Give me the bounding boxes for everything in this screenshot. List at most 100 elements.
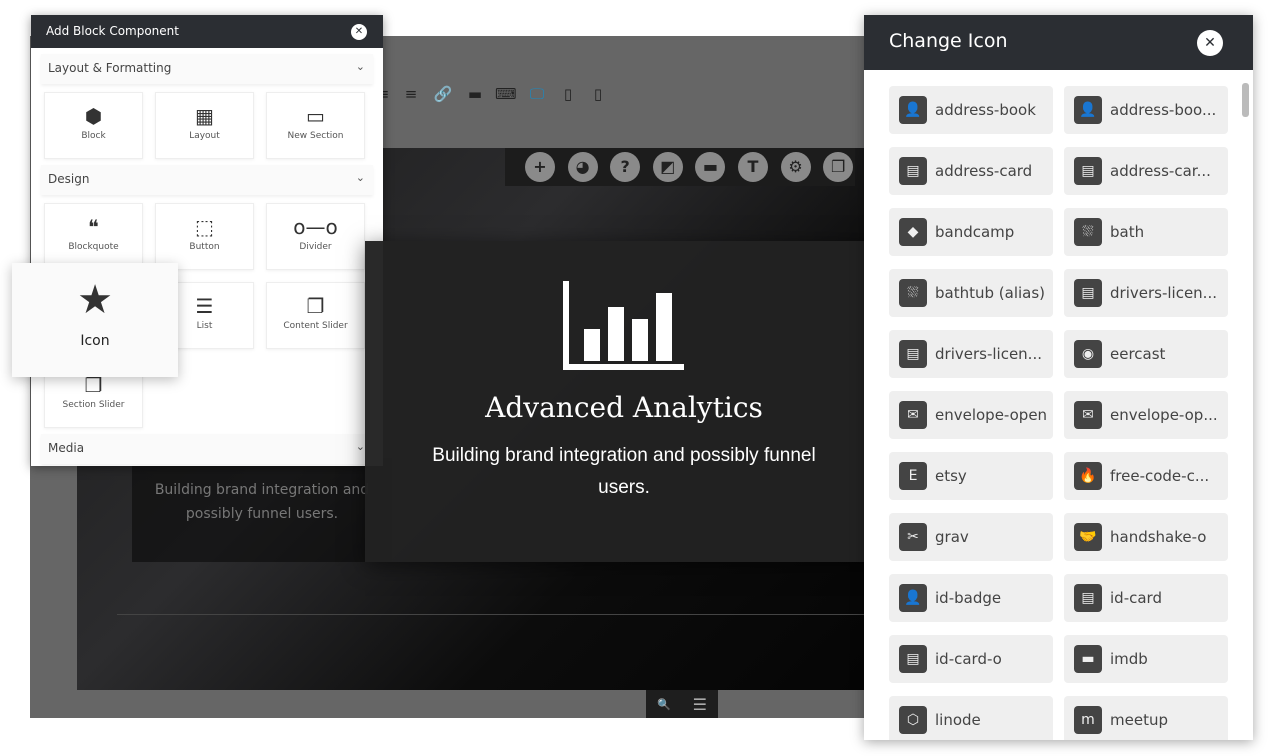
card-description: Building brand integration and possibly …: [432, 445, 816, 498]
icon-option-label: bandcamp: [935, 223, 1015, 241]
drivers-licen-icon: ▤: [1074, 279, 1102, 307]
icon-option-label: free-code-c...: [1110, 467, 1210, 485]
divider: [117, 614, 865, 615]
icon-option-label: bath: [1110, 223, 1145, 241]
icon-option[interactable]: ▬ imdb: [1064, 635, 1228, 683]
icon-option-label: imdb: [1110, 650, 1148, 668]
align-right-icon[interactable]: ≡: [401, 84, 421, 104]
help-icon[interactable]: ?: [610, 152, 641, 182]
address-boo-icon: 👤: [1074, 96, 1102, 124]
icon-option[interactable]: m meetup: [1064, 696, 1228, 740]
icon-option[interactable]: 👤 address-book: [889, 86, 1053, 134]
icon-option[interactable]: ▤ address-card: [889, 147, 1053, 195]
tile-button[interactable]: ⬚ Button: [155, 203, 254, 270]
icon-option[interactable]: ⬡ linode: [889, 696, 1053, 740]
section-design[interactable]: Design ⌄: [41, 165, 373, 195]
tile-label: Layout: [189, 131, 220, 141]
id-card-icon: ▤: [1074, 584, 1102, 612]
icon-option-label: address-card: [935, 162, 1033, 180]
slider-icon[interactable]: ❐: [823, 152, 854, 182]
panel-header: Change Icon ✕: [864, 15, 1253, 70]
tile-label: Button: [189, 242, 220, 252]
bar-chart-icon: [563, 281, 684, 370]
icon-option-label: envelope-op...: [1110, 406, 1218, 424]
desktop-icon[interactable]: 🖵: [527, 84, 547, 104]
envelope-op-icon: ✉: [1074, 401, 1102, 429]
chevron-down-icon: ⌄: [355, 440, 365, 453]
tile-label: Block: [81, 131, 106, 141]
settings-icon[interactable]: ⚙: [780, 152, 811, 182]
icon-option-label: bathtub (alias): [935, 284, 1046, 302]
add-icon[interactable]: +: [525, 152, 555, 182]
tile-content-slider[interactable]: ❐ Content Slider: [266, 282, 365, 349]
layout-icon[interactable]: ▬: [695, 152, 726, 182]
image-icon[interactable]: ◩: [652, 152, 683, 182]
icon-block-drag-preview[interactable]: ★ Icon: [12, 263, 178, 377]
address-book-icon: 👤: [899, 96, 927, 124]
icon-option[interactable]: 👤 address-boo...: [1064, 86, 1228, 134]
icon-option[interactable]: 🤝 handshake-o: [1064, 513, 1228, 561]
panel-title: Change Icon: [889, 30, 1008, 52]
icon-option[interactable]: ▤ drivers-licen...: [889, 330, 1053, 378]
icon-option-label: address-boo...: [1110, 101, 1217, 119]
star-icon: ★: [77, 277, 113, 323]
horizontal-rule-icon[interactable]: ▬: [465, 84, 485, 104]
tile-divider[interactable]: o—o Divider: [266, 203, 365, 270]
etsy-icon: E: [899, 462, 927, 490]
tile-new-section[interactable]: ▭ New Section: [266, 92, 365, 159]
section-label: Layout & Formatting: [48, 61, 172, 75]
link-icon[interactable]: 🔗: [433, 84, 453, 104]
feature-card[interactable]: Advanced Analytics Building brand integr…: [365, 241, 883, 562]
icon-option-label: address-book: [935, 101, 1036, 119]
tile-label: Content Slider: [283, 321, 348, 331]
icon-option[interactable]: ◆ bandcamp: [889, 208, 1053, 256]
tile-blockquote[interactable]: ❝ Blockquote: [44, 203, 143, 270]
icon-option-label: drivers-licen...: [935, 345, 1042, 363]
icon-option[interactable]: 🔥 free-code-c...: [1064, 452, 1228, 500]
id-badge-icon: 👤: [899, 584, 927, 612]
tile-layout[interactable]: ▦ Layout: [155, 92, 254, 159]
free-code-c-icon: 🔥: [1074, 462, 1102, 490]
icon-option[interactable]: ⛆ bath: [1064, 208, 1228, 256]
icon-option-label: grav: [935, 528, 969, 546]
ghost-text: Building brand integration and possibly …: [132, 458, 392, 562]
close-icon[interactable]: ✕: [351, 24, 367, 40]
chevron-down-icon: ⌄: [355, 171, 365, 184]
icon-option-label: drivers-licen...: [1110, 284, 1217, 302]
icon-option[interactable]: ▤ id-card-o: [889, 635, 1053, 683]
address-card-icon: ▤: [899, 157, 927, 185]
block-icon: ⬢: [84, 104, 103, 128]
icon-option-label: etsy: [935, 467, 967, 485]
icon-option[interactable]: ✂ grav: [889, 513, 1053, 561]
layout-icon: ▦: [195, 104, 214, 128]
globe-icon[interactable]: ◕: [567, 152, 598, 182]
icon-option[interactable]: ✉ envelope-op...: [1064, 391, 1228, 439]
icon-option[interactable]: Eetsy: [889, 452, 1053, 500]
mobile-icon[interactable]: ▯: [588, 84, 608, 104]
icon-option-label: id-badge: [935, 589, 1002, 607]
card-title: Advanced Analytics: [485, 391, 763, 424]
icon-option[interactable]: ⛆ bathtub (alias): [889, 269, 1053, 317]
tile-label: Blockquote: [68, 242, 119, 252]
icon-option[interactable]: ▤ id-card: [1064, 574, 1228, 622]
icon-option[interactable]: ◉ eercast: [1064, 330, 1228, 378]
id-card-o-icon: ▤: [899, 645, 927, 673]
menu-icon[interactable]: ☰: [693, 695, 707, 714]
section-label: Media: [48, 441, 85, 455]
icon-option-label: eercast: [1110, 345, 1166, 363]
section-media[interactable]: Media ⌄: [41, 434, 373, 464]
tile-block[interactable]: ⬢ Block: [44, 92, 143, 159]
tablet-icon[interactable]: ▯: [558, 84, 578, 104]
icon-label: Icon: [80, 333, 110, 349]
icon-option-label: linode: [935, 711, 981, 729]
icon-option[interactable]: ▤ drivers-licen...: [1064, 269, 1228, 317]
close-icon[interactable]: ✕: [1197, 30, 1223, 56]
icon-option[interactable]: ✉ envelope-open: [889, 391, 1053, 439]
keyboard-icon[interactable]: ⌨: [495, 84, 517, 104]
section-layout-formatting[interactable]: Layout & Formatting ⌄: [41, 54, 373, 84]
text-icon[interactable]: T: [738, 152, 768, 182]
icon-option[interactable]: ▤ address-car...: [1064, 147, 1228, 195]
scrollbar[interactable]: [1242, 83, 1249, 117]
zoom-icon[interactable]: 🔍: [657, 698, 671, 711]
icon-option[interactable]: 👤 id-badge: [889, 574, 1053, 622]
